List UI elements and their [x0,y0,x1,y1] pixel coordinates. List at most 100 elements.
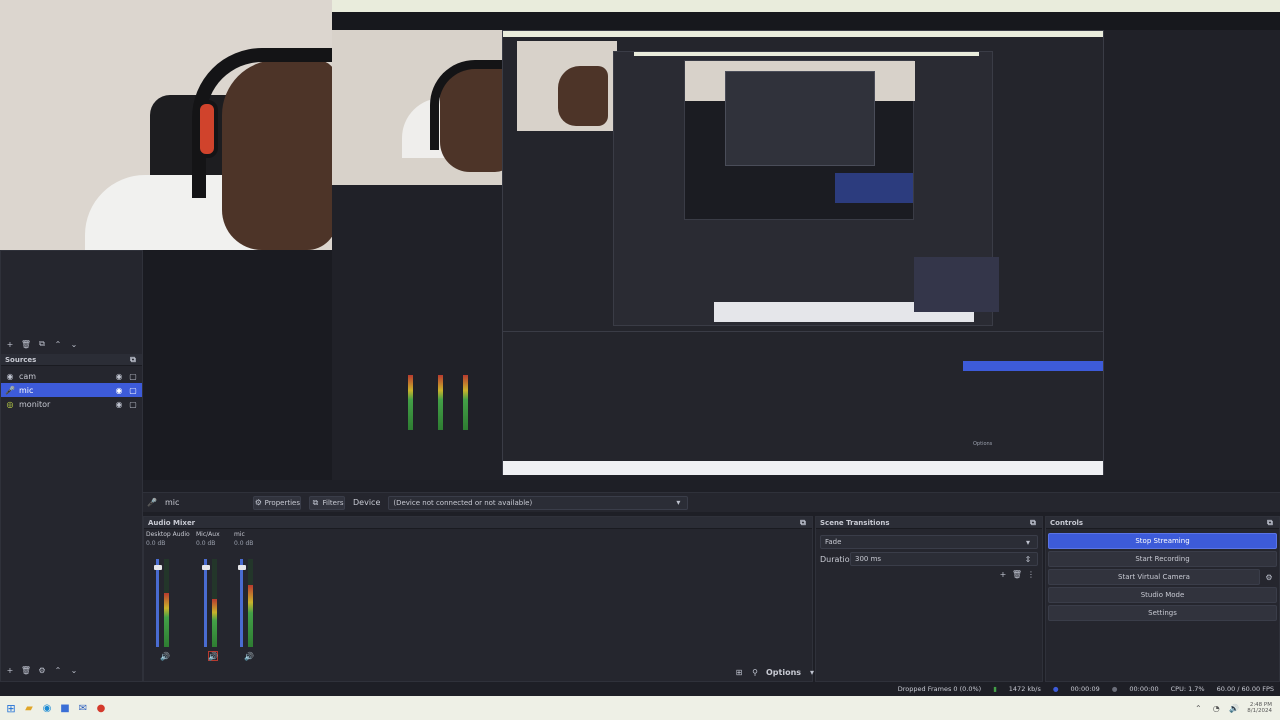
channel-2-volume-slider[interactable] [204,559,207,647]
status-bar: Dropped Frames 0 (0.0%) ▮ 1472 kb/s ● 00… [0,682,1280,696]
start-virtual-camera-button[interactable]: Start Virtual Camera [1048,569,1260,585]
dock-menu-icon[interactable]: ⧉ [1028,518,1038,528]
lock-icon[interactable]: ▢ [128,385,138,395]
controls-header: Controls ⧉ [1046,517,1279,529]
eye-icon[interactable]: ◉ [114,385,124,395]
edge-browser-icon[interactable]: ◉ [42,703,52,714]
audio-mixer-title: Audio Mixer [148,518,196,527]
stream-status-icon: ● [1052,685,1059,693]
camera-icon: ◉ [6,371,14,381]
down-icon[interactable]: ⌄ [69,339,79,349]
scene-transitions-dock: Scene Transitions ⧉ Fade ▾ Duration 300 m… [815,516,1043,682]
move-down-icon[interactable]: ⌄ [69,665,79,675]
gear-icon: ⚙ [254,498,262,507]
controls-dock: Controls ⧉ Stop Streaming Start Recordin… [1045,516,1280,682]
device-select[interactable]: (Device not connected or not available) ▾ [388,495,689,510]
microphone-icon: 🎤 [147,498,157,507]
rec-status-icon: ● [1111,685,1118,693]
transitions-title: Scene Transitions [820,518,890,527]
mixer-toolbar: ⊞ ⚲ Options ▾ [734,667,817,677]
source-item-mic[interactable]: 🎤 mic ◉ ▢ [1,383,142,397]
network-icon[interactable]: ◔ [1211,703,1221,713]
transition-select[interactable]: Fade ▾ [820,535,1038,549]
source-item-monitor[interactable]: ◎ monitor ◉ ▢ [1,397,142,411]
channel-2-meter [212,599,217,647]
filters-button[interactable]: ⧉ Filters [309,495,345,510]
move-up-icon[interactable]: ⌃ [53,665,63,675]
stepper-icon[interactable]: ⇕ [1023,554,1033,564]
channel-3-label: mic [234,531,245,538]
options-label[interactable]: Options [766,668,801,677]
properties-button[interactable]: ⚙ Properties [253,495,301,510]
more-icon[interactable]: ⋮ [1026,569,1036,579]
trash-icon[interactable]: 🗑 [1012,569,1022,579]
controls-title: Controls [1050,518,1084,527]
channel-1-meter [164,593,169,647]
speaker-icon[interactable]: 🔊 [208,651,218,661]
context-bar: 🎤 mic ⚙ Properties ⧉ Filters Device (Devic… [143,492,1280,512]
studio-mode-button[interactable]: Studio Mode [1048,587,1277,603]
start-recording-button[interactable]: Start Recording [1048,551,1277,567]
gear-icon[interactable]: ⚙ [1264,572,1274,582]
nested-preview-1: Options [332,0,1280,480]
duration-input[interactable]: 300 ms ⇕ [850,552,1038,566]
lock-icon[interactable]: ▢ [128,371,138,381]
up-icon[interactable]: ⌃ [53,339,63,349]
eye-icon[interactable]: ◉ [114,371,124,381]
channel-1-label: Desktop Audio [146,531,190,538]
eye-icon[interactable]: ◉ [114,399,124,409]
link-icon[interactable]: ⚲ [750,667,760,677]
channel-1-volume-slider[interactable] [156,559,159,647]
app-icon[interactable]: ■ [60,703,70,714]
rec-time: 00:00:00 [1129,685,1159,693]
fps: 60.00 / 60.00 FPS [1216,685,1274,693]
dock-menu-icon[interactable]: ⧉ [798,518,808,528]
tray-chevron-icon[interactable]: ⌃ [1193,703,1203,713]
file-explorer-icon[interactable]: ▰ [24,703,34,714]
stop-streaming-button[interactable]: Stop Streaming [1048,533,1277,549]
settings-button[interactable]: Settings [1048,605,1277,621]
channel-2-label: Mic/Aux [196,531,220,538]
sources-header: Sources ⧉ [1,354,142,366]
source-item-cam[interactable]: ◉ cam ◉ ▢ [1,369,142,383]
add-icon[interactable]: + [998,569,1008,579]
nested-mixer-meters [408,370,478,435]
clock-date: 8/1/2024 [1247,708,1272,714]
display-icon: ◎ [6,399,14,409]
add-source-icon[interactable]: + [5,665,15,675]
taskbar: ⊞ ▰ ◉ ■ ✉ ● ⌃ ◔ 🔊 2:48 PM 8/1/2024 [0,696,1280,720]
dock-menu-icon[interactable]: ⧉ [1265,518,1275,528]
audio-mixer-dock: Audio Mixer ⧉ Desktop Audio 0.0 dB 🔊 Mic… [143,516,814,682]
lock-icon[interactable]: ▢ [128,399,138,409]
cpu-usage: CPU: 1.7% [1170,685,1205,693]
filter-icon[interactable]: ⧉ [37,339,47,349]
channel-3-db: 0.0 dB [234,540,254,547]
device-label: Device [353,498,381,507]
volume-icon[interactable]: 🔊 [1229,703,1239,713]
mail-icon[interactable]: ✉ [78,703,88,714]
nested-window-2: Options [502,30,1104,475]
mixer-channel-1: Desktop Audio 0.0 dB 🔊 [146,531,190,665]
mixer-channel-3: mic 0.0 dB 🔊 [234,531,268,665]
windows-start-icon[interactable]: ⊞ [6,702,16,715]
obs-icon[interactable]: ● [96,703,106,714]
transitions-toolbar: + 🗑 ⋮ [998,569,1036,579]
remove-source-icon[interactable]: 🗑 [21,665,31,675]
clock[interactable]: 2:48 PM 8/1/2024 [1247,702,1280,714]
stream-time: 00:00:09 [1070,685,1100,693]
channel-3-volume-slider[interactable] [240,559,243,647]
add-icon[interactable]: + [5,339,15,349]
context-source-name: mic [165,498,180,507]
nested-control-highlight [963,361,1103,371]
chevron-down-icon: ▾ [676,498,681,507]
gear-icon[interactable]: ⚙ [37,665,47,675]
trash-icon[interactable]: 🗑 [21,339,31,349]
speaker-icon[interactable]: 🔊 [244,651,254,661]
dock-menu-icon[interactable]: ⧉ [128,355,138,365]
transitions-header: Scene Transitions ⧉ [816,517,1042,529]
advanced-audio-icon[interactable]: ⊞ [734,667,744,677]
speaker-icon[interactable]: 🔊 [160,651,170,661]
signal-icon: ▮ [993,685,997,693]
dropped-frames: Dropped Frames 0 (0.0%) [897,685,982,693]
chevron-down-icon: ▾ [1025,537,1030,547]
